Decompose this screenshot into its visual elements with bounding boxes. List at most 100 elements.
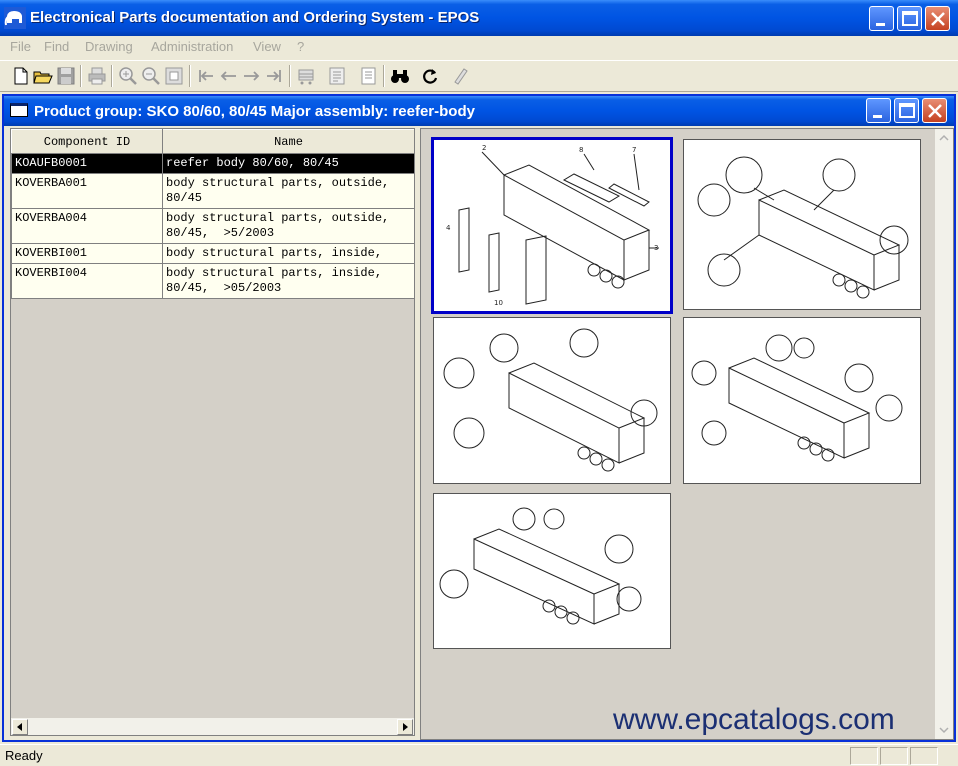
arrow-down-icon[interactable] [935, 721, 953, 739]
toolbar-separator [189, 65, 191, 87]
print-button [86, 65, 108, 87]
component-list-pane: Component ID Name KOAUFB0001 reefer body… [10, 128, 415, 736]
menu-bar: File Find Drawing Administration View ? [0, 36, 958, 58]
toolbar-separator [289, 65, 291, 87]
inside-parts-drawing [691, 334, 903, 462]
table-row[interactable]: KOVERBI004 body structural parts, inside… [11, 263, 414, 299]
open-icon [33, 71, 53, 84]
zoom-in-icon [119, 67, 137, 85]
maximize-icon [899, 103, 915, 118]
component-name-cell: body structural parts, inside, [162, 243, 414, 264]
drawing-thumbnail[interactable]: 2 8 7 3 4 10 [431, 137, 673, 314]
open-button[interactable] [32, 65, 54, 87]
document-button [357, 65, 379, 87]
vertical-scrollbar[interactable] [935, 129, 953, 739]
close-button[interactable] [925, 6, 950, 31]
zoom-out-button [140, 65, 162, 87]
svg-text:8: 8 [579, 146, 583, 154]
table-row[interactable]: KOVERBA004 body structural parts, outsid… [11, 208, 414, 244]
column-header-component-id[interactable]: Component ID [11, 129, 163, 154]
prev-button [218, 65, 240, 87]
save-icon [57, 67, 75, 85]
list-button [326, 65, 348, 87]
horizontal-scrollbar[interactable] [11, 717, 414, 735]
drawing-thumbnail[interactable] [683, 317, 921, 484]
new-button[interactable] [10, 65, 32, 87]
column-header-name[interactable]: Name [162, 129, 414, 154]
watermark-text: www.epcatalogs.com [613, 703, 895, 736]
outside-parts-drawing [443, 328, 658, 472]
table-row[interactable]: KOAUFB0001 reefer body 80/60, 80/45 [11, 153, 414, 174]
menu-file[interactable]: File [10, 39, 31, 54]
child-title: Product group: SKO 80/60, 80/45 Major as… [34, 103, 475, 120]
component-id-cell: KOAUFB0001 [11, 153, 163, 174]
menu-find[interactable]: Find [44, 39, 69, 54]
svg-text:2: 2 [482, 144, 486, 152]
next-button [240, 65, 262, 87]
drawing-thumbnail[interactable] [683, 139, 921, 310]
drawing-thumbnail[interactable] [433, 493, 671, 649]
component-id-cell: KOVERBA004 [11, 208, 163, 244]
product-group-window: Product group: SKO 80/60, 80/45 Major as… [2, 94, 956, 742]
child-title-bar: Product group: SKO 80/60, 80/45 Major as… [4, 96, 954, 126]
toolbar-separator [80, 65, 82, 87]
maximize-button[interactable] [897, 6, 922, 31]
status-bar: Ready [0, 744, 958, 766]
app-title: Electronical Parts documentation and Ord… [30, 9, 480, 26]
child-maximize-button[interactable] [894, 98, 919, 123]
cart-button [295, 65, 317, 87]
reefer-body-drawing: 2 8 7 3 4 10 [446, 144, 659, 307]
close-icon [931, 12, 945, 26]
refresh-icon [423, 69, 438, 84]
table-row[interactable]: KOVERBI001 body structural parts, inside… [11, 243, 414, 264]
last-icon [267, 70, 281, 82]
svg-text:3: 3 [654, 244, 658, 252]
inside-parts-drawing [439, 507, 642, 625]
menu-drawing[interactable]: Drawing [85, 39, 133, 54]
status-panel [910, 747, 938, 765]
menu-administration[interactable]: Administration [151, 39, 233, 54]
toolbar-separator [111, 65, 113, 87]
arrow-right-icon [403, 723, 408, 731]
drawing-thumbnail[interactable] [433, 317, 671, 484]
component-id-cell: KOVERBA001 [11, 173, 163, 209]
menu-view[interactable]: View [253, 39, 281, 54]
component-table: Component ID Name KOAUFB0001 reefer body… [11, 129, 414, 299]
drawing-thumbnails-pane: 2 8 7 3 4 10 www.epcatalogs.com [420, 128, 954, 740]
zoom-in-button [117, 65, 139, 87]
cart-icon [298, 69, 314, 85]
zoom-fit-icon [165, 67, 183, 85]
svg-text:7: 7 [632, 146, 636, 154]
pen-button [449, 65, 471, 87]
minimize-button[interactable] [869, 6, 894, 31]
scroll-right-button[interactable] [397, 719, 413, 735]
outside-parts-drawing [697, 156, 909, 299]
svg-text:4: 4 [446, 224, 451, 232]
child-minimize-button[interactable] [866, 98, 891, 123]
status-panel [850, 747, 878, 765]
app-title-bar: Electronical Parts documentation and Ord… [0, 0, 958, 36]
child-close-button[interactable] [922, 98, 947, 123]
list-icon [329, 67, 345, 85]
next-icon [244, 71, 260, 81]
table-row[interactable]: KOVERBA001 body structural parts, outsid… [11, 173, 414, 209]
binoculars-icon [391, 70, 409, 83]
elephant-icon [4, 7, 26, 29]
minimize-icon [873, 115, 882, 118]
refresh-button[interactable] [419, 65, 441, 87]
zoom-out-icon [142, 67, 160, 85]
prev-icon [220, 71, 236, 81]
find-button[interactable] [389, 65, 411, 87]
component-name-cell: reefer body 80/60, 80/45 [162, 153, 414, 174]
menu-help[interactable]: ? [297, 39, 304, 54]
close-icon [928, 104, 942, 118]
last-button [263, 65, 285, 87]
arrow-up-icon[interactable] [935, 129, 953, 147]
zoom-fit-button [163, 65, 185, 87]
scroll-left-button[interactable] [12, 719, 28, 735]
status-text: Ready [5, 748, 43, 763]
pen-icon [454, 68, 468, 85]
arrow-left-icon [17, 723, 22, 731]
maximize-icon [902, 11, 918, 26]
toolbar-separator [383, 65, 385, 87]
